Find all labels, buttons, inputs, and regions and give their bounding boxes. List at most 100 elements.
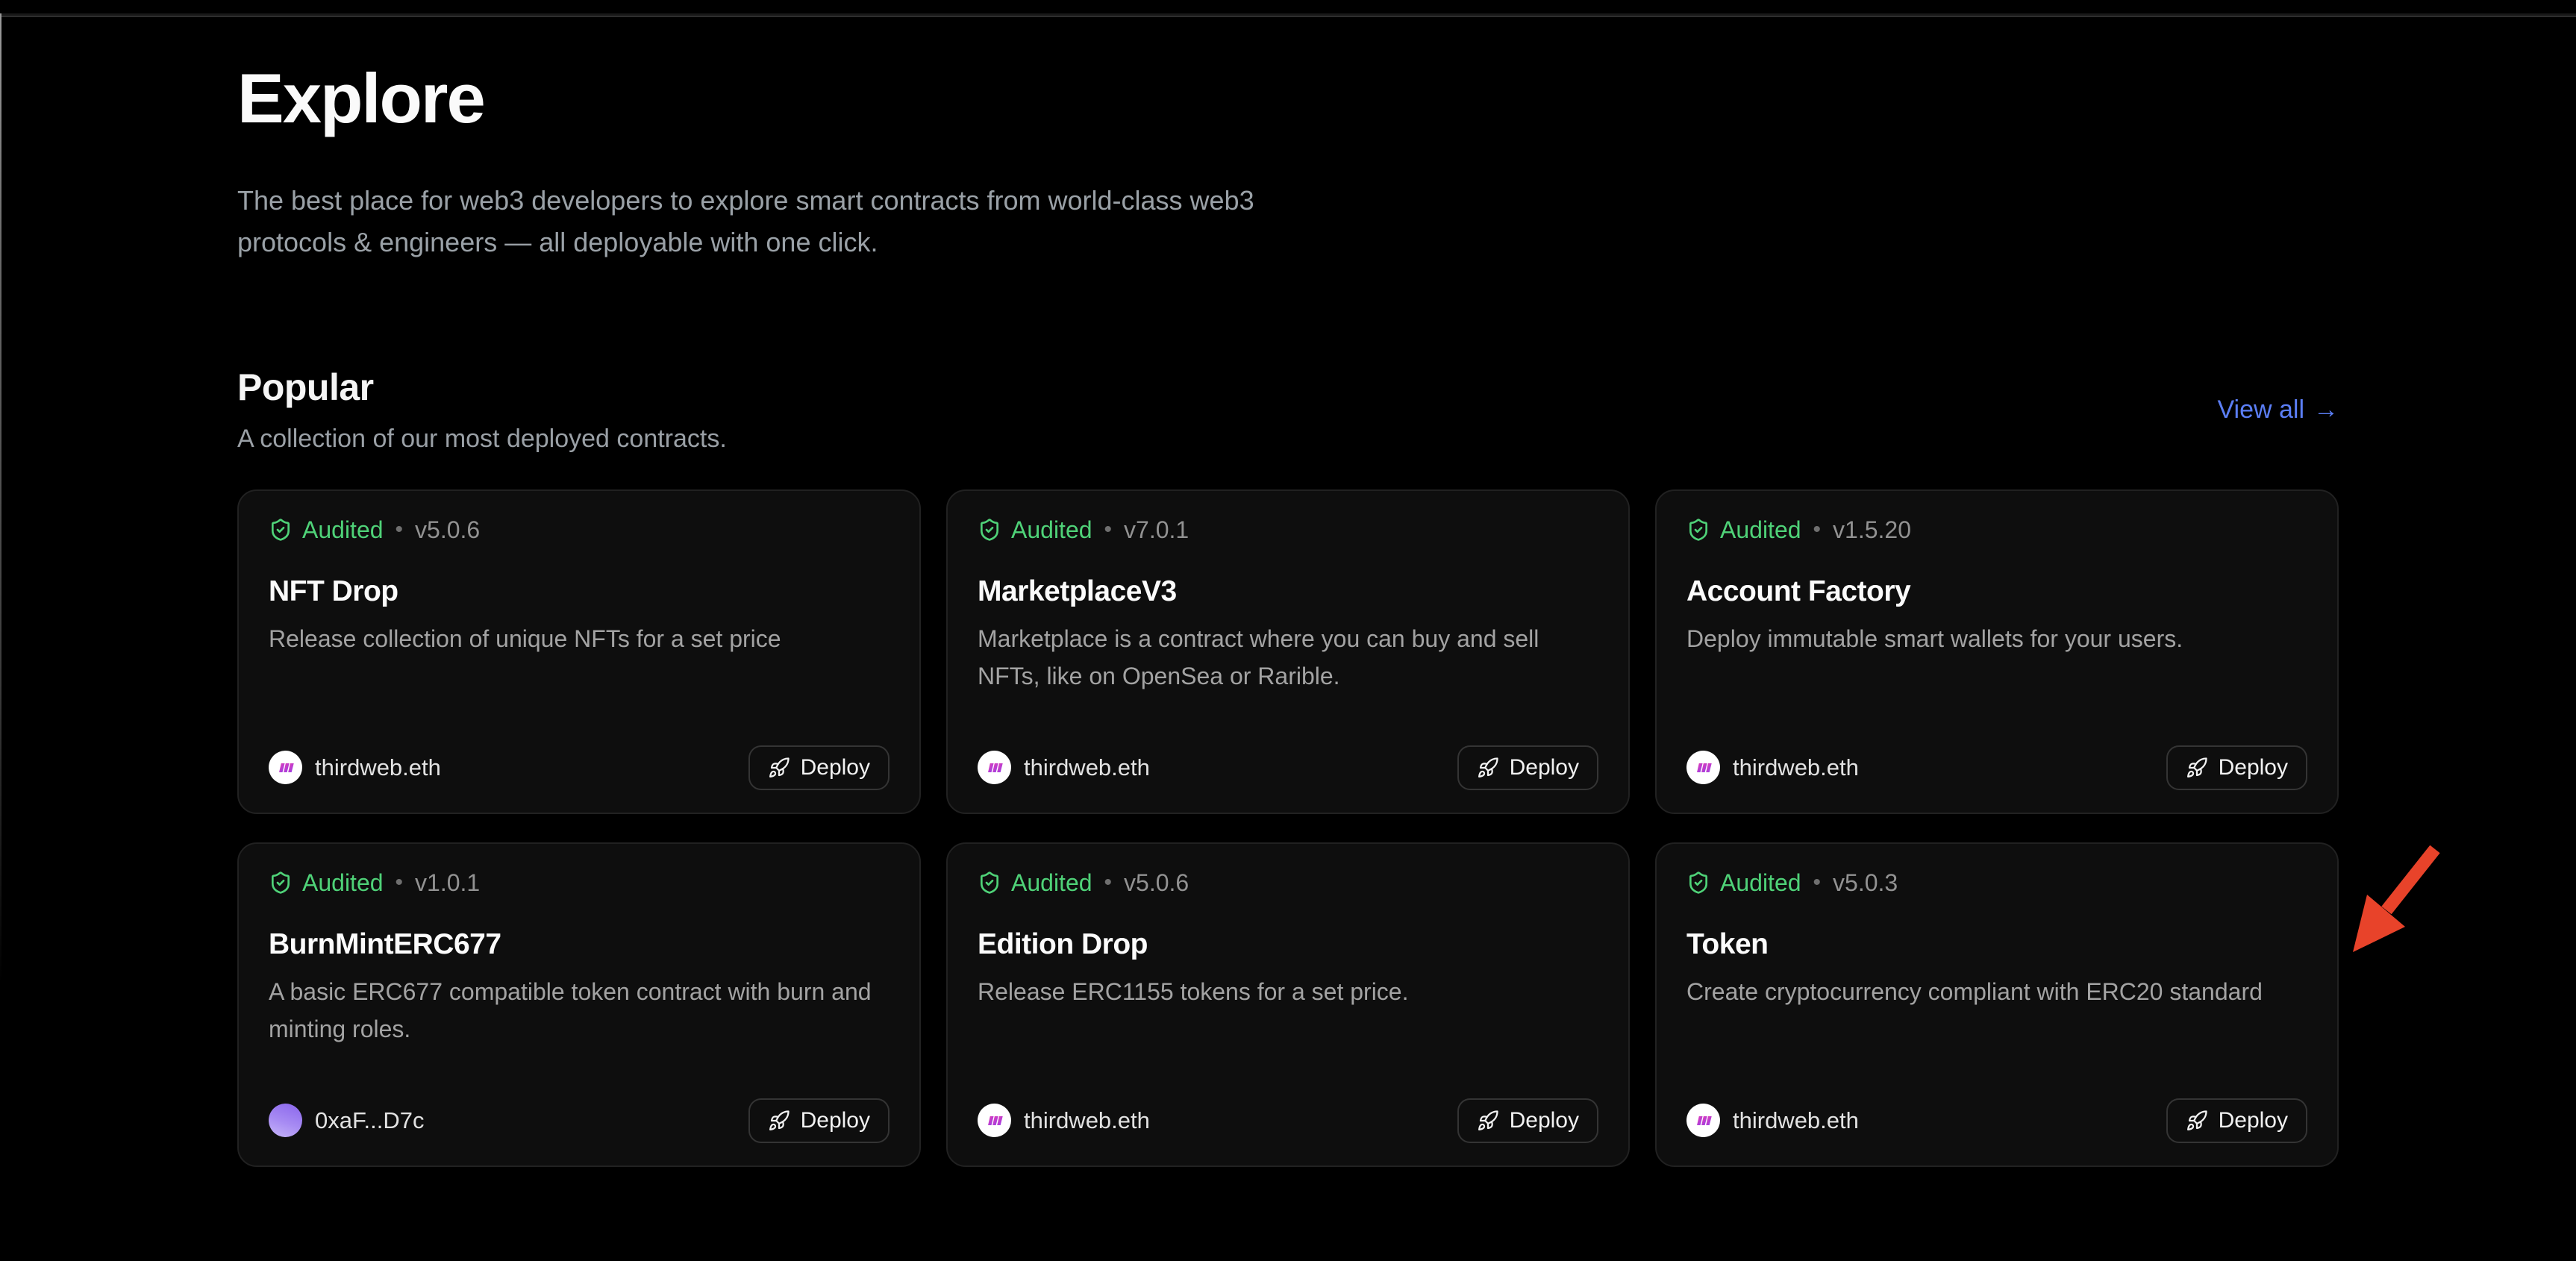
contract-card[interactable]: Audited • v1.0.1 BurnMintERC677 A basic …: [237, 842, 921, 1167]
contract-title: BurnMintERC677: [269, 928, 890, 961]
publisher-name: thirdweb.eth: [315, 754, 441, 781]
card-footer: 0xaF...D7c Deploy: [269, 1098, 890, 1143]
deploy-button[interactable]: Deploy: [1457, 745, 1598, 790]
audited-badge[interactable]: Audited: [978, 516, 1092, 544]
publisher-avatar: [269, 1104, 302, 1137]
rocket-icon: [1477, 757, 1499, 779]
version-label: v1.0.1: [415, 869, 480, 897]
publisher-name: thirdweb.eth: [1733, 1107, 1859, 1134]
contract-description: Release collection of unique NFTs for a …: [269, 620, 888, 657]
meta-separator: •: [1104, 870, 1113, 895]
rocket-icon: [1477, 1110, 1499, 1132]
version-label: v1.5.20: [1833, 516, 1911, 544]
popular-section-header: Popular A collection of our most deploye…: [237, 366, 2339, 454]
contract-title: NFT Drop: [269, 575, 890, 608]
publisher-link[interactable]: 0xaF...D7c: [269, 1104, 424, 1137]
main-content: Explore The best place for web3 develope…: [237, 18, 2339, 1167]
rocket-icon: [2186, 757, 2208, 779]
contract-description: Release ERC1155 tokens for a set price.: [978, 973, 1597, 1010]
deploy-label: Deploy: [2219, 755, 2288, 780]
rocket-icon: [768, 757, 790, 779]
view-all-label: View all: [2217, 395, 2304, 425]
audited-badge[interactable]: Audited: [269, 516, 384, 544]
deploy-label: Deploy: [2219, 1108, 2288, 1133]
shield-check-icon: [978, 518, 1001, 542]
shield-check-icon: [269, 871, 293, 895]
contract-description: A basic ERC677 compatible token contract…: [269, 973, 888, 1048]
card-footer: thirdweb.eth Deploy: [978, 1098, 1598, 1143]
audited-badge[interactable]: Audited: [1686, 869, 1801, 897]
version-label: v5.0.3: [1833, 869, 1898, 897]
audited-label: Audited: [302, 516, 384, 544]
arrow-right-icon: →: [2313, 395, 2339, 425]
card-meta-row: Audited • v7.0.1: [978, 516, 1598, 544]
contract-card[interactable]: Audited • v5.0.6 NFT Drop Release collec…: [237, 489, 921, 814]
audited-badge[interactable]: Audited: [269, 869, 384, 897]
popular-subheading: A collection of our most deployed contra…: [237, 425, 727, 454]
contract-title: Account Factory: [1686, 575, 2307, 608]
popular-heading-block: Popular A collection of our most deploye…: [237, 366, 727, 454]
meta-separator: •: [1104, 517, 1113, 542]
shield-check-icon: [978, 871, 1001, 895]
publisher-avatar: [269, 751, 302, 784]
publisher-avatar: [1686, 751, 1720, 784]
page-subtitle: The best place for web3 developers to ex…: [237, 180, 1357, 263]
deploy-button[interactable]: Deploy: [1457, 1098, 1598, 1143]
publisher-link[interactable]: thirdweb.eth: [1686, 1104, 1859, 1137]
deploy-button[interactable]: Deploy: [748, 1098, 890, 1143]
contract-card[interactable]: Audited • v5.0.6 Edition Drop Release ER…: [946, 842, 1630, 1167]
page-title: Explore: [237, 60, 2339, 137]
audited-label: Audited: [1720, 869, 1801, 897]
deploy-label: Deploy: [801, 1108, 870, 1133]
contract-card[interactable]: Audited • v7.0.1 MarketplaceV3 Marketpla…: [946, 489, 1630, 814]
audited-badge[interactable]: Audited: [978, 869, 1092, 897]
card-footer: thirdweb.eth Deploy: [1686, 745, 2307, 790]
publisher-link[interactable]: thirdweb.eth: [978, 1104, 1150, 1137]
version-label: v5.0.6: [415, 516, 480, 544]
publisher-name: thirdweb.eth: [1733, 754, 1859, 781]
meta-separator: •: [396, 517, 404, 542]
contract-title: Edition Drop: [978, 928, 1598, 961]
shield-check-icon: [1686, 871, 1710, 895]
contract-title: Token: [1686, 928, 2307, 961]
rocket-icon: [2186, 1110, 2208, 1132]
card-meta-row: Audited • v1.0.1: [269, 869, 890, 897]
publisher-name: 0xaF...D7c: [315, 1107, 424, 1134]
contract-card[interactable]: Audited • v5.0.3 Token Create cryptocurr…: [1655, 842, 2339, 1167]
deploy-button[interactable]: Deploy: [2166, 745, 2307, 790]
thirdweb-logo-icon: [1692, 756, 1716, 780]
publisher-name: thirdweb.eth: [1024, 754, 1150, 781]
view-all-link[interactable]: View all →: [2217, 395, 2339, 425]
card-footer: thirdweb.eth Deploy: [978, 745, 1598, 790]
version-label: v7.0.1: [1124, 516, 1189, 544]
deploy-label: Deploy: [1510, 1108, 1579, 1133]
thirdweb-logo-icon: [983, 1109, 1007, 1133]
card-meta-row: Audited • v1.5.20: [1686, 516, 2307, 544]
deploy-button[interactable]: Deploy: [748, 745, 890, 790]
publisher-link[interactable]: thirdweb.eth: [978, 751, 1150, 784]
contract-description: Marketplace is a contract where you can …: [978, 620, 1597, 695]
card-meta-row: Audited • v5.0.6: [978, 869, 1598, 897]
top-edge-divider: [0, 13, 2576, 17]
deploy-label: Deploy: [801, 755, 870, 780]
publisher-link[interactable]: thirdweb.eth: [1686, 751, 1859, 784]
shield-check-icon: [269, 518, 293, 542]
shield-check-icon: [1686, 518, 1710, 542]
card-meta-row: Audited • v5.0.6: [269, 516, 890, 544]
contract-description: Deploy immutable smart wallets for your …: [1686, 620, 2306, 657]
audited-badge[interactable]: Audited: [1686, 516, 1801, 544]
thirdweb-logo-icon: [1692, 1109, 1716, 1133]
meta-separator: •: [1813, 870, 1822, 895]
card-footer: thirdweb.eth Deploy: [1686, 1098, 2307, 1143]
deploy-button[interactable]: Deploy: [2166, 1098, 2307, 1143]
popular-heading: Popular: [237, 366, 727, 410]
contract-grid: Audited • v5.0.6 NFT Drop Release collec…: [237, 489, 2339, 1167]
contract-card[interactable]: Audited • v1.5.20 Account Factory Deploy…: [1655, 489, 2339, 814]
publisher-link[interactable]: thirdweb.eth: [269, 751, 441, 784]
publisher-name: thirdweb.eth: [1024, 1107, 1150, 1134]
audited-label: Audited: [302, 869, 384, 897]
publisher-avatar: [1686, 1104, 1720, 1137]
publisher-avatar: [978, 1104, 1011, 1137]
card-meta-row: Audited • v5.0.3: [1686, 869, 2307, 897]
meta-separator: •: [396, 870, 404, 895]
